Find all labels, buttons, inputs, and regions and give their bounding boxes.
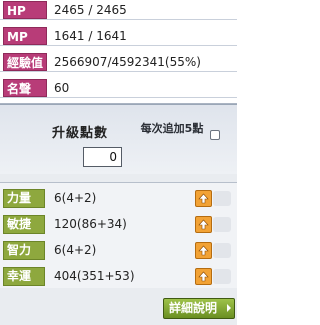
- mp-row: MP 1641 / 1641: [0, 26, 237, 46]
- window-edge: [237, 0, 247, 325]
- stat-row-str: 力量 6(4+2): [0, 186, 237, 210]
- dex-label: 敏捷: [3, 215, 45, 234]
- info-section: HP 2465 / 2465 MP 1641 / 1641 經驗值 256690…: [0, 0, 237, 104]
- hp-value: 2465 / 2465: [54, 3, 127, 17]
- hp-label: HP: [3, 1, 47, 19]
- stat-row-int: 智力 6(4+2): [0, 238, 237, 262]
- stat-row-dex: 敏捷 120(86+34): [0, 212, 237, 236]
- luk-increase-button[interactable]: [195, 268, 212, 285]
- exp-label: 經驗值: [3, 53, 47, 71]
- luk-label: 幸運: [3, 267, 45, 286]
- dex-value: 120(86+34): [54, 217, 127, 231]
- exp-row: 經驗值 2566907/4592341(55%): [0, 52, 237, 72]
- arrow-up-icon: [198, 245, 209, 256]
- stat-row-luk: 幸運 404(351+53): [0, 264, 237, 288]
- arrow-up-icon: [198, 219, 209, 230]
- dex-increase-button[interactable]: [195, 216, 212, 233]
- dex-button-gap: [213, 217, 231, 232]
- fame-value: 60: [54, 81, 70, 95]
- details-button-label: 詳細說明: [169, 301, 218, 315]
- str-label: 力量: [3, 189, 45, 208]
- auto-assign-label: 每次追加5點: [140, 122, 204, 135]
- exp-value: 2566907/4592341(55%): [54, 55, 201, 69]
- int-increase-button[interactable]: [195, 242, 212, 259]
- int-label: 智力: [3, 241, 45, 260]
- str-increase-button[interactable]: [195, 190, 212, 207]
- hp-row: HP 2465 / 2465: [0, 0, 237, 20]
- mp-value: 1641 / 1641: [54, 29, 127, 43]
- int-button-gap: [213, 243, 231, 258]
- fame-row: 名聲 60: [0, 78, 237, 98]
- fame-label: 名聲: [3, 79, 47, 97]
- ability-points-value: 0: [83, 147, 122, 167]
- details-button[interactable]: 詳細說明: [163, 298, 235, 319]
- arrow-up-icon: [198, 193, 209, 204]
- int-value: 6(4+2): [54, 243, 97, 257]
- luk-value: 404(351+53): [54, 269, 135, 283]
- str-value: 6(4+2): [54, 191, 97, 205]
- ability-points-title: 升級點數: [52, 126, 109, 141]
- chevron-right-icon: [227, 304, 231, 312]
- auto-assign-checkbox[interactable]: [210, 130, 220, 140]
- luk-button-gap: [213, 269, 231, 284]
- mp-label: MP: [3, 27, 47, 45]
- ability-points-section: 升級點數 0 每次追加5點: [0, 104, 237, 174]
- str-button-gap: [213, 191, 231, 206]
- stat-window: HP 2465 / 2465 MP 1641 / 1641 經驗值 256690…: [0, 0, 237, 325]
- stats-section: 力量 6(4+2) 敏捷 120(86+34) 智力 6(4+2) 幸運 404…: [0, 182, 237, 288]
- arrow-up-icon: [198, 271, 209, 282]
